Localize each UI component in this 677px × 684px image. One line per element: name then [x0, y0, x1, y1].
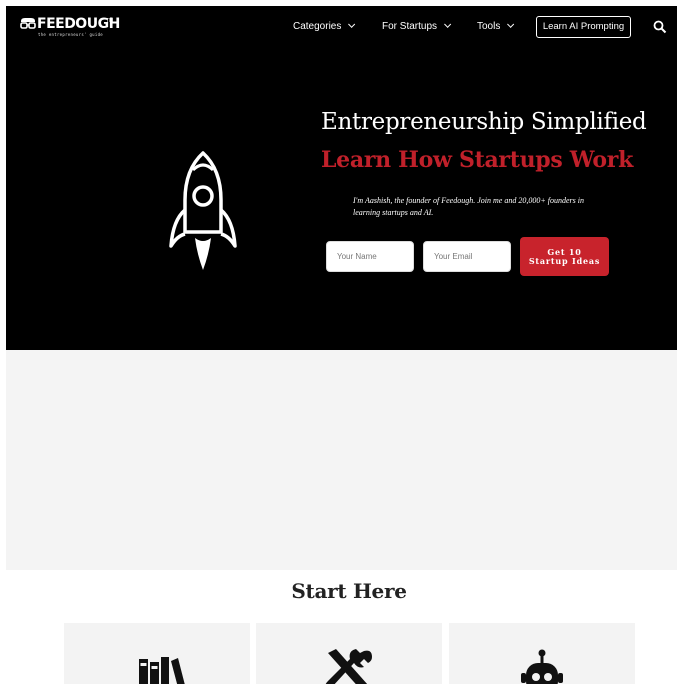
chevron-down-icon — [507, 20, 515, 28]
nav-for-startups-label: For Startups — [382, 21, 438, 32]
rocket-icon — [169, 151, 237, 270]
top-navigation: FEEDOUGH TM the entrepreneurs' guide Cat… — [6, 6, 677, 50]
feedough-logo[interactable]: FEEDOUGH TM the entrepreneurs' guide — [20, 15, 120, 37]
content-placeholder-band — [6, 350, 677, 570]
logo-trademark: TM — [106, 18, 114, 24]
hero-section: FEEDOUGH TM the entrepreneurs' guide Cat… — [6, 6, 677, 350]
tools-icon — [325, 649, 372, 684]
glasses-logo-icon — [20, 18, 36, 29]
name-input[interactable] — [326, 241, 414, 272]
hero-title: Entrepreneurship Simplified — [321, 109, 647, 135]
nav-categories[interactable]: Categories — [293, 20, 356, 32]
hero-subtitle: Learn How Startups Work — [321, 147, 634, 173]
books-icon — [139, 657, 185, 684]
start-here-heading: Start Here — [291, 579, 407, 603]
start-here-card-tools[interactable] — [256, 623, 442, 684]
logo-tagline: the entrepreneurs' guide — [38, 32, 103, 37]
email-input[interactable] — [423, 241, 511, 272]
hero-intro-text: I'm Aashish, the founder of Feedough. Jo… — [353, 196, 584, 217]
page-frame: FEEDOUGH TM the entrepreneurs' guide Cat… — [6, 6, 677, 684]
chevron-down-icon — [444, 20, 452, 28]
robot-icon — [521, 649, 563, 684]
nav-for-startups[interactable]: For Startups — [382, 20, 452, 32]
nav-tools-label: Tools — [477, 21, 501, 32]
get-startup-ideas-button[interactable]: Get 10 Startup Ideas — [520, 237, 609, 276]
start-here-card-robot[interactable] — [449, 623, 635, 684]
search-icon[interactable] — [653, 20, 667, 34]
nav-categories-label: Categories — [293, 21, 342, 32]
nav-tools[interactable]: Tools — [477, 20, 515, 32]
chevron-down-icon — [348, 20, 356, 28]
learn-ai-prompting-button[interactable]: Learn AI Prompting — [536, 16, 631, 38]
start-here-card-books[interactable] — [64, 623, 250, 684]
